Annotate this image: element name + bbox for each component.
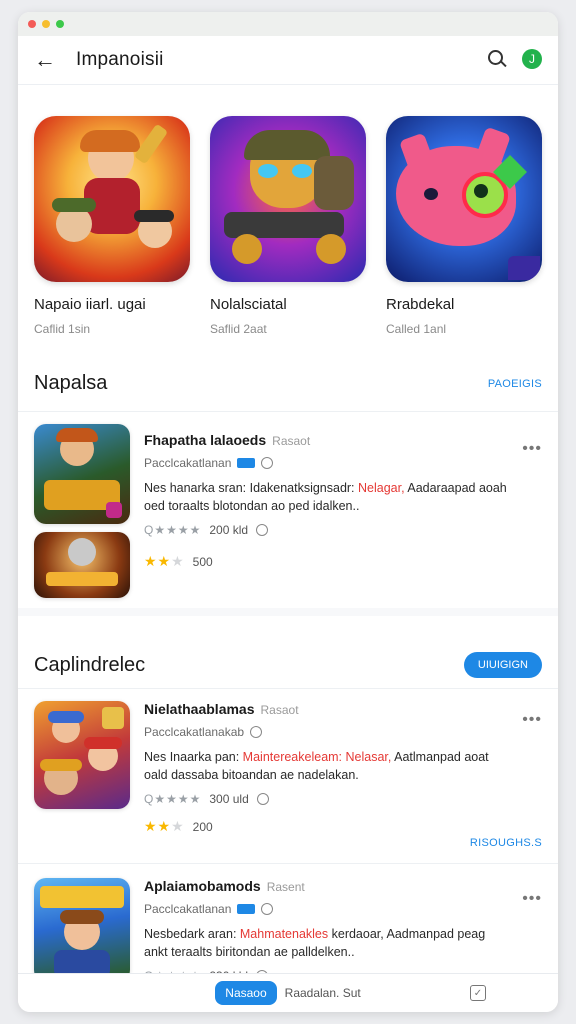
section-action-button[interactable]: UIUIGIGN [463,652,542,678]
item-description: Nes hanarka sran: Idakenatksignsadr: Nel… [144,479,542,515]
star-rating-icon: ★★★ [144,553,185,569]
page-title: Impanoisii [76,49,164,70]
featured-name: Rrabdekal [386,296,455,313]
checkbox-icon[interactable]: ✓ [470,985,486,1001]
featured-subtitle: Caflid 1sin [34,322,91,336]
desc-text: kerdaoar, Aadmanpad peag [328,927,486,941]
see-all-link[interactable]: PAOEIGIS [488,378,542,390]
account-icon[interactable]: J [522,49,542,69]
download-count: 200 kld [209,523,249,537]
game-art-icon[interactable] [34,116,190,282]
section-title: Caplindrelec [34,653,146,676]
app-bar: ← Impanoisii J [18,36,558,85]
section-header: Napalsa PAOEIGIS [18,372,558,395]
info-icon[interactable] [256,793,269,805]
desc-highlight: Mahmatenakles [239,927,329,941]
minimize-dot[interactable] [42,20,50,28]
item-title: Fhapatha lalaoeds Rasaot [144,432,542,448]
list-item[interactable]: Nielathaablamas Rasaot Pacclcakatlanakab … [18,701,558,837]
info-icon[interactable] [261,903,274,915]
desc-text: Nes Inaarka pan: [144,750,243,764]
desc-text: Aatlmanpad aoat [391,750,489,764]
app-window: ← Impanoisii J Napaio iiarl. ugai Caflid… [18,12,558,1012]
maximize-dot[interactable] [56,20,64,28]
desc-text: ankt teraalts biritondan ae palldelken.. [144,945,355,959]
list-item[interactable]: Fhapatha lalaoeds Rasaot Pacclcakatlanan … [18,424,558,600]
featured-subtitle: Saflid 2aat [210,322,267,336]
item-publisher: Pacclcakatlanan [144,902,232,916]
item-subtitle: Pacclcakatlanakab [144,725,542,739]
search-icon[interactable] [486,48,508,70]
item-meta: Q★★★★ 300 uld [144,792,542,806]
featured-card[interactable]: Napaio iiarl. ugai Caflid 1sin [34,116,190,336]
desc-highlight: Maintereakeleam: Nelasar, [242,750,392,764]
bottom-tab-link[interactable]: Raadalan. Sut [285,986,361,1000]
divider [18,863,558,864]
game-art-icon[interactable] [210,116,366,282]
section-header: Caplindrelec UIUIGIGN [18,652,558,678]
item-subtitle: Pacclcakatlanan [144,456,542,470]
info-icon[interactable] [250,726,263,738]
more-options-icon[interactable]: ••• [522,890,542,908]
rating-count: 200 [192,819,213,834]
download-count: 300 uld [209,792,249,806]
window-titlebar [18,12,558,36]
game-art-icon[interactable] [386,116,542,282]
featured-card[interactable]: Rrabdekal Called 1anl [386,116,542,336]
desc-text: Nes hanarka sran: Idakenatksignsadr: [144,481,359,495]
item-title-text: Fhapatha lalaoeds [144,432,267,448]
desc-text: oed toraalts blotondan ao ped idalken.. [144,499,360,513]
game-thumbnail-icon[interactable] [34,532,130,598]
divider [18,411,558,412]
info-icon[interactable] [256,524,269,536]
featured-card[interactable]: Nolalsciatal Saflid 2aat [210,116,366,336]
item-publisher: Pacclcakatlanan [144,456,232,470]
item-title-text: Aplaiamobamods [144,878,261,894]
section-spacer [18,608,558,616]
game-thumbnail-icon[interactable] [34,701,130,809]
item-tag: Rasaot [260,703,299,717]
game-thumbnail-icon[interactable] [34,424,130,524]
rating-count: 500 [192,554,213,569]
bottom-tab-active[interactable]: Nasaoo [215,981,277,1005]
featured-name: Napaio iiarl. ugai [34,296,146,313]
verified-badge-icon [237,458,256,468]
item-title: Aplaiamobamods Rasent [144,878,542,894]
back-arrow-icon[interactable]: ← [34,47,62,73]
item-title: Nielathaablamas Rasaot [144,701,542,717]
item-rating: ★★★ 200 [144,818,542,835]
grey-rating-icon: Q★★★★ [144,523,202,537]
item-tag: Rasaot [272,434,311,448]
more-options-icon[interactable]: ••• [522,440,542,458]
verified-badge-icon [237,904,256,914]
bottom-bar: Nasaoo Raadalan. Sut ✓ [18,973,558,1012]
item-subtitle: Pacclcakatlanan [144,902,542,916]
divider [18,688,558,689]
star-rating-icon: ★★★ [144,818,185,834]
grey-rating-icon: Q★★★★ [144,792,202,806]
featured-name: Nolalsciatal [210,296,287,313]
item-description: Nes Inaarka pan: Maintereakeleam: Nelasa… [144,748,542,784]
desc-highlight: Nelagar, [358,481,405,495]
item-title-text: Nielathaablamas [144,701,255,717]
item-description: Nesbedark aran: Mahmatenakles kerdaoar, … [144,925,542,961]
game-thumbnail-icon[interactable] [34,878,130,982]
info-icon[interactable] [261,457,274,469]
more-options-icon[interactable]: ••• [522,711,542,729]
item-publisher: Pacclcakatlanakab [144,725,245,739]
item-tag: Rasent [266,880,305,894]
close-dot[interactable] [28,20,36,28]
featured-subtitle: Called 1anl [386,322,447,336]
desc-text: oald dassaba bitoandan ae nadelakan. [144,768,359,782]
item-meta: Q★★★★ 200 kld [144,523,542,537]
desc-text: Nesbedark aran: [144,927,240,941]
see-more-link[interactable]: RISOUGHS.S [470,837,542,849]
section-title: Napalsa [34,372,108,394]
desc-text: Aadaraapad aoah [404,481,507,495]
item-rating: ★★★ 500 [144,553,542,570]
featured-carousel: Napaio iiarl. ugai Caflid 1sin Nolalscia… [18,85,558,336]
